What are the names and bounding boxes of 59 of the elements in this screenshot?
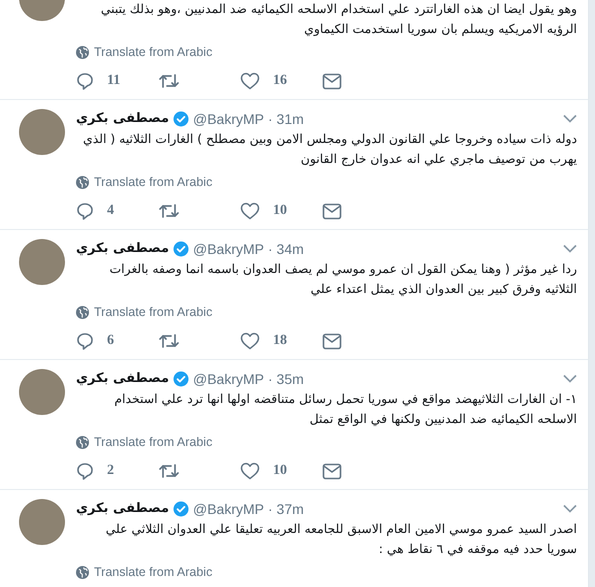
caret-icon[interactable]	[563, 244, 577, 253]
heart-icon[interactable]	[240, 72, 260, 90]
envelope-icon[interactable]	[322, 462, 342, 480]
reply-icon[interactable]	[76, 202, 94, 220]
like-count: 10	[273, 463, 287, 479]
translate-link[interactable]: Translate from Arabic	[94, 175, 212, 189]
globe-icon	[76, 436, 89, 448]
heart-icon[interactable]	[240, 462, 260, 480]
tweet-text: وهو يقول ايضا ان هذه الغاراتترد علي استخدام الاسلحه الكيمائيه ضد المدنيين ،وهو بذلك يتبني الرؤيه الامريكيه ويسلم بان سوريا استخدمت الكيماوي	[100, 0, 577, 38]
tweet-text: دوله ذات سياده وخروجا علي القانون الدولي ومجلس الامن وبين مصطلح ) الغارات الثلاثيه ( الذي يهرب من توصيف ماجري علي انه عدوان خارج القانون	[82, 130, 577, 168]
heart-icon[interactable]	[240, 202, 260, 220]
globe-icon	[76, 46, 89, 58]
author-handle[interactable]: @BakryMP	[193, 240, 264, 256]
author-handle[interactable]: @BakryMP	[193, 370, 264, 386]
tweet-time[interactable]: · 34m	[268, 240, 304, 256]
caret-icon[interactable]	[563, 114, 577, 123]
avatar[interactable]	[19, 369, 65, 415]
like-count: 18	[273, 333, 287, 349]
retweet-icon[interactable]	[158, 462, 180, 480]
envelope-icon[interactable]	[322, 332, 342, 350]
globe-icon	[76, 566, 89, 578]
avatar[interactable]	[19, 499, 65, 545]
like-count: 16	[273, 73, 287, 89]
globe-icon	[76, 176, 89, 188]
translate-link[interactable]: Translate from Arabic	[94, 435, 212, 449]
avatar[interactable]	[19, 239, 65, 285]
caret-icon[interactable]	[563, 374, 577, 383]
translate-link[interactable]: Translate from Arabic	[94, 565, 212, 579]
translate-link[interactable]: Translate from Arabic	[94, 45, 212, 59]
like-count: 10	[273, 203, 287, 219]
author-handle[interactable]: @BakryMP	[193, 110, 264, 126]
retweet-icon[interactable]	[158, 202, 180, 220]
author-name[interactable]: مصطفى بكري	[76, 111, 169, 126]
tweet-text: ١- ان الغارات الثلاثيهضد مواقع في سوريا تحمل رسائل متناقضه اولها انها ترد علي استخدام الاسلحه الكيمائيه ضد المدنيين ولكنها في الواقع تمثل	[113, 390, 577, 428]
reply-count: 2	[107, 463, 114, 479]
translate-link[interactable]: Translate from Arabic	[94, 305, 212, 319]
heart-icon[interactable]	[240, 332, 260, 350]
retweet-icon[interactable]	[158, 72, 180, 90]
reply-icon[interactable]	[76, 332, 94, 350]
tweet-time[interactable]: · 35m	[268, 370, 304, 386]
reply-count: 6	[107, 333, 114, 349]
envelope-icon[interactable]	[322, 72, 342, 90]
author-name[interactable]: مصطفى بكري	[76, 501, 169, 516]
author-name[interactable]: مصطفى بكري	[76, 241, 169, 256]
tweet-text: ردا غير مؤثر ( وهنا يمكن القول ان عمرو موسي لم يصف العدوان باسمه انما وصفه بالغرات الثلاثيه وفرق كبير بين العدوان الذي يمثل اعتداء علي	[108, 260, 577, 298]
caret-icon[interactable]	[563, 504, 577, 513]
reply-count: 11	[107, 73, 120, 89]
globe-icon	[76, 306, 89, 318]
retweet-icon[interactable]	[158, 332, 180, 350]
tweet-text: اصدر السيد عمرو موسي الامين العام الاسبق للجامعه العربيه تعليقا علي العدوان الثلاثي علي سوريا حدد فيه موقفه في ٦ نقاط هي :	[104, 520, 577, 558]
author-name[interactable]: مصطفى بكري	[76, 371, 169, 386]
reply-icon[interactable]	[76, 462, 94, 480]
envelope-icon[interactable]	[322, 202, 342, 220]
author-handle[interactable]: @BakryMP	[193, 500, 264, 516]
tweet-time[interactable]: · 37m	[268, 500, 304, 516]
avatar[interactable]	[19, 109, 65, 155]
tweet-time[interactable]: · 31m	[268, 110, 304, 126]
reply-icon[interactable]	[76, 72, 94, 90]
reply-count: 4	[107, 203, 114, 219]
